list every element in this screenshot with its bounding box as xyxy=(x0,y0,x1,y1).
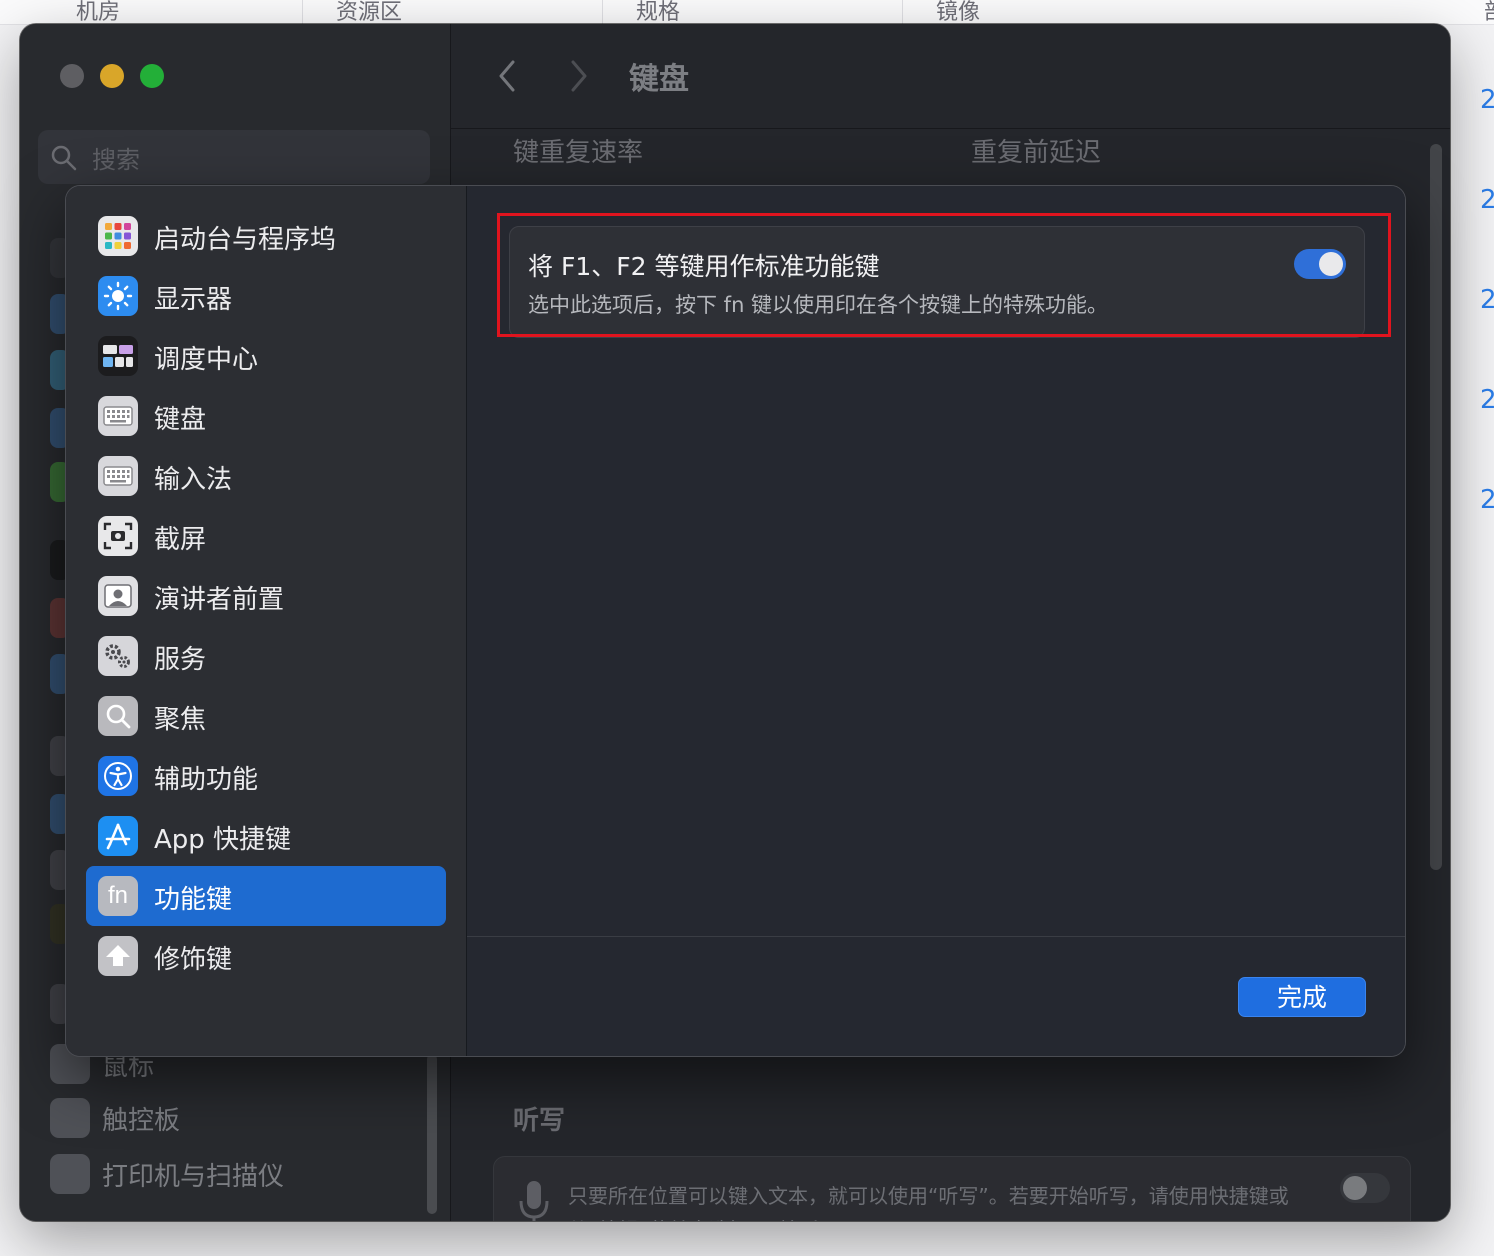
bg-right-column: 2 2 2 2 2 xyxy=(1480,80,1494,580)
sidebar-item-label: 启动台与程序坞 xyxy=(154,225,337,255)
sheet-footer-divider xyxy=(467,936,1405,937)
bg-row-value: 2 xyxy=(1480,385,1494,415)
background-table-header: 机房 资源区 规格 镜像 部 xyxy=(0,0,1494,25)
keyboard-icon xyxy=(98,396,138,436)
bg-row-value: 2 xyxy=(1480,485,1494,515)
sidebar-item-label: 修饰键 xyxy=(154,945,233,975)
shortcut-item-mission-control[interactable]: 调度中心 xyxy=(86,326,446,386)
sidebar-item-label: 服务 xyxy=(154,645,207,675)
keyboard-shortcuts-sheet: 启动台与程序坞 显示器 调度中心 键盘 输入法 截屏 演讲者前置 服务 聚焦 辅… xyxy=(66,186,1405,1056)
shortcut-item-display[interactable]: 显示器 xyxy=(86,266,446,326)
function-keys-panel: 将 F1、F2 等键用作标准功能键 选中此选项后，按下 fn 键以使用印在各个按… xyxy=(467,186,1405,1056)
highlight-annotation-frame xyxy=(497,213,1391,337)
bg-row-value: 2 xyxy=(1480,85,1494,115)
sidebar-item-label: 截屏 xyxy=(154,525,207,555)
bg-column-more: 部 xyxy=(1484,0,1494,26)
sidebar-item-label: 辅助功能 xyxy=(154,765,259,795)
sidebar-item-label: 聚焦 xyxy=(154,705,207,735)
accessibility-icon xyxy=(98,756,138,796)
fn-icon-text: fn xyxy=(107,882,128,909)
shortcut-item-function-keys[interactable]: fn 功能键 xyxy=(86,866,446,926)
shortcut-item-modifier-keys[interactable]: 修饰键 xyxy=(86,926,446,986)
presenter-overlay-icon xyxy=(98,576,138,616)
shortcut-item-keyboard[interactable]: 键盘 xyxy=(86,386,446,446)
shortcut-item-input-sources[interactable]: 输入法 xyxy=(86,446,446,506)
bg-divider xyxy=(602,0,603,24)
shortcuts-sidebar: 启动台与程序坞 显示器 调度中心 键盘 输入法 截屏 演讲者前置 服务 聚焦 辅… xyxy=(66,186,467,1056)
bg-column-datacenter: 机房 xyxy=(76,0,121,25)
shortcut-item-launchpad[interactable]: 启动台与程序坞 xyxy=(86,206,446,266)
shortcut-item-screenshots[interactable]: 截屏 xyxy=(86,506,446,566)
sidebar-item-label: 演讲者前置 xyxy=(154,585,285,615)
sidebar-item-label: 调度中心 xyxy=(154,345,259,375)
bg-column-region: 资源区 xyxy=(336,0,403,25)
bg-row-value: 2 xyxy=(1480,285,1494,315)
fn-key-icon: fn xyxy=(98,876,138,916)
input-method-icon xyxy=(98,456,138,496)
sidebar-item-label: 功能键 xyxy=(154,885,233,915)
bg-column-image: 镜像 xyxy=(936,0,981,25)
sidebar-item-label: App 快捷键 xyxy=(154,825,292,855)
done-button[interactable]: 完成 xyxy=(1238,977,1366,1017)
bg-divider xyxy=(302,0,303,24)
display-brightness-icon xyxy=(98,276,138,316)
sidebar-item-label: 显示器 xyxy=(154,285,233,315)
shortcut-item-presenter-overlay[interactable]: 演讲者前置 xyxy=(86,566,446,626)
bg-divider xyxy=(902,0,903,24)
mission-control-icon xyxy=(98,336,138,376)
screenshot-icon xyxy=(98,516,138,556)
app-store-icon xyxy=(98,816,138,856)
shortcut-item-spotlight[interactable]: 聚焦 xyxy=(86,686,446,746)
bg-row-value: 2 xyxy=(1480,185,1494,215)
launchpad-icon xyxy=(98,216,138,256)
spotlight-icon xyxy=(98,696,138,736)
shortcut-item-services[interactable]: 服务 xyxy=(86,626,446,686)
services-gears-icon xyxy=(98,636,138,676)
modifier-keys-icon xyxy=(98,936,138,976)
sidebar-item-label: 输入法 xyxy=(154,465,233,495)
shortcut-item-app-shortcuts[interactable]: App 快捷键 xyxy=(86,806,446,866)
bg-column-spec: 规格 xyxy=(636,0,681,25)
shortcut-item-accessibility[interactable]: 辅助功能 xyxy=(86,746,446,806)
sidebar-item-label: 键盘 xyxy=(154,405,207,435)
